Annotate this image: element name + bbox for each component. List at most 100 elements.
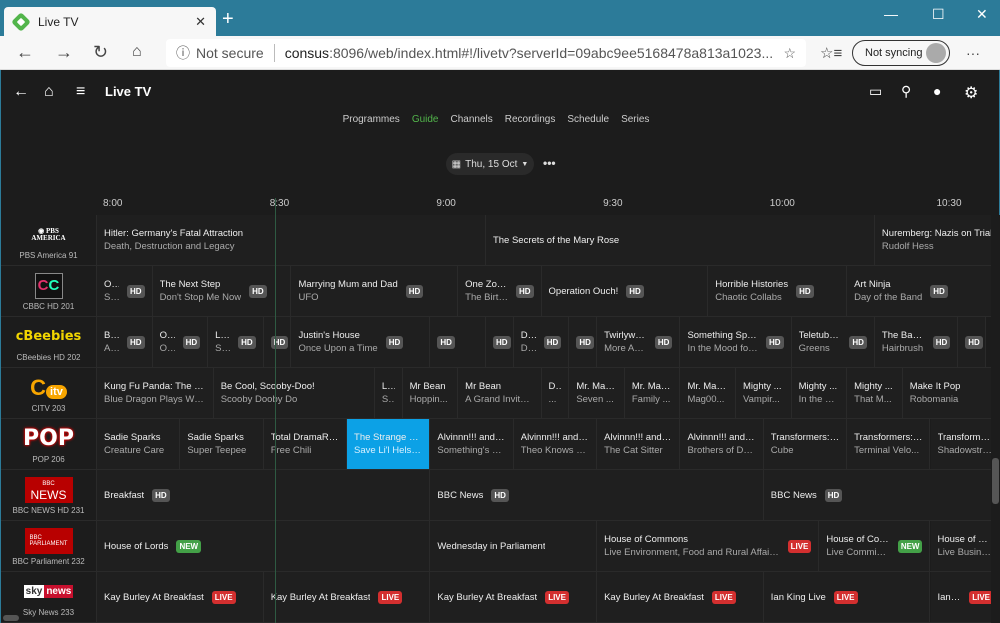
- program-cell[interactable]: Mr. Mag... Seven ...: [569, 368, 625, 418]
- program-cell[interactable]: Sadie Sparks Super Teepee: [180, 419, 264, 469]
- menu-icon[interactable]: ≡: [76, 83, 85, 101]
- tab-channels[interactable]: Channels: [451, 114, 493, 125]
- minimize-button[interactable]: —: [884, 6, 898, 22]
- program-cell[interactable]: Kay Burley At Breakfast LIVE: [97, 572, 264, 622]
- program-cell[interactable]: Be Cool, Scooby-Doo! Scooby Dooby Do: [213, 368, 375, 418]
- program-cell[interactable]: Hitler: Germany's Fatal Attraction Death,…: [97, 215, 486, 265]
- home-icon[interactable]: ⌂: [44, 83, 54, 101]
- channel-header[interactable]: BBC PARLIAMENT BBC Parliament 232: [1, 521, 97, 572]
- program-cell[interactable]: Kung Fu Panda: The P... Blue Dragon Plays…: [97, 368, 214, 418]
- program-cell[interactable]: Something Spe... In the Mood for ... HD: [680, 317, 792, 367]
- program-cell[interactable]: Bit... Ah... HD: [97, 317, 153, 367]
- maximize-button[interactable]: ☐: [932, 6, 945, 23]
- program-cell[interactable]: Teletubbi... Greens HD: [791, 317, 875, 367]
- tab-guide[interactable]: Guide: [412, 114, 439, 125]
- program-cell[interactable]: Sadie Sparks Creature Care: [97, 419, 181, 469]
- scrollbar-thumb[interactable]: [992, 458, 999, 504]
- tab-series[interactable]: Series: [621, 114, 649, 125]
- program-cell[interactable]: Alvinnn!!! and t... Brothers of Da...: [680, 419, 764, 469]
- program-cell[interactable]: Art Ninja Day of the Band HD: [847, 266, 991, 316]
- program-cell[interactable]: Justin's House Once Upon a Time HD: [291, 317, 431, 367]
- date-selector[interactable]: ▦ Thu, 15 Oct ▼: [446, 153, 534, 175]
- settings-more-button[interactable]: ···: [966, 45, 980, 61]
- program-cell[interactable]: House of Commons Live Environment, Food a…: [597, 521, 820, 571]
- program-cell[interactable]: HD: [430, 317, 486, 367]
- program-cell[interactable]: Ian King Live LIVE: [763, 572, 931, 622]
- program-cell[interactable]: Mr Bean Hoppin...: [402, 368, 459, 418]
- program-cell[interactable]: Mr Bean A Grand Invitat...: [458, 368, 542, 418]
- channel-header[interactable]: ◉ PBS AMERICA PBS America 91: [1, 215, 97, 266]
- program-cell[interactable]: Total DramaRa... Free Chili: [263, 419, 348, 469]
- program-cell[interactable]: L... S...: [374, 368, 403, 418]
- program-cell[interactable]: Kay Burley At Breakfast LIVE: [597, 572, 764, 622]
- program-cell[interactable]: Mr. Mag... Family ...: [624, 368, 681, 418]
- channel-header[interactable]: C C CBBC HD 201: [1, 266, 97, 317]
- program-cell[interactable]: Mighty ... Vampir...: [736, 368, 792, 418]
- horizontal-scrollbar-thumb[interactable]: [3, 615, 19, 621]
- program-cell[interactable]: Nuremberg: Nazis on Trial Rudolf Hess: [874, 215, 991, 265]
- program-cell[interactable]: Twirlywo... More Ab... HD: [597, 317, 681, 367]
- program-cell[interactable]: House of Commons Live Business: [930, 521, 991, 571]
- program-cell[interactable]: The Baby... Hairbrush HD: [874, 317, 959, 367]
- program-cell[interactable]: D......: [541, 368, 570, 418]
- program-cell[interactable]: Do... Do... HD: [513, 317, 570, 367]
- program-cell[interactable]: Ian King Live LIVE: [930, 572, 991, 622]
- program-cell[interactable]: HD: [958, 317, 987, 367]
- program-cell[interactable]: Transformers Shadowstrike: [930, 419, 991, 469]
- program-cell[interactable]: Kay Burley At Breakfast LIVE: [430, 572, 598, 622]
- channel-header[interactable]: cBeebies CBeebies HD 202: [1, 317, 97, 368]
- program-cell[interactable]: House of Commons Live Commissioners ... NE…: [819, 521, 931, 571]
- program-cell[interactable]: HD: [263, 317, 292, 367]
- search-icon[interactable]: ⚲: [901, 83, 911, 100]
- window-close-button[interactable]: ✕: [976, 6, 988, 23]
- forward-icon[interactable]: →: [55, 42, 73, 63]
- program-cell[interactable]: Wednesday in Parliament: [430, 521, 598, 571]
- channel-header[interactable]: POP POP 206: [1, 419, 97, 470]
- back-arrow-icon[interactable]: ←: [13, 83, 29, 101]
- new-tab-button[interactable]: +: [222, 8, 234, 31]
- vertical-scrollbar[interactable]: [991, 215, 1000, 623]
- program-cell[interactable]: Transformers: ... Terminal Velo...: [847, 419, 931, 469]
- channel-header[interactable]: Citv CITV 203: [1, 368, 97, 419]
- channel-header[interactable]: BBC NEWS BBC NEWS HD 231: [1, 470, 97, 521]
- tab-schedule[interactable]: Schedule: [567, 114, 609, 125]
- program-cell[interactable]: HD: [569, 317, 598, 367]
- more-options-button[interactable]: •••: [543, 156, 556, 170]
- program-cell[interactable]: Transformers: ... Cube: [763, 419, 848, 469]
- back-icon[interactable]: ←: [16, 42, 34, 63]
- program-cell[interactable]: Kay Burley At Breakfast LIVE: [263, 572, 431, 622]
- refresh-icon[interactable]: ↻: [93, 42, 108, 63]
- program-cell[interactable]: BBC News HD: [430, 470, 764, 520]
- program-cell[interactable]: Horrible Histories Chaotic Collabs HD: [708, 266, 848, 316]
- program-cell[interactable]: HD: [485, 317, 514, 367]
- url-field[interactable]: ⓘ Not secure consus:8096/web/index.html#…: [166, 39, 806, 67]
- program-cell[interactable]: Lo... Sl... HD: [208, 317, 264, 367]
- gear-icon[interactable]: ⚙: [964, 83, 978, 103]
- program-cell[interactable]: House of Lords NEW: [97, 521, 431, 571]
- sync-button[interactable]: Not syncing: [852, 40, 950, 66]
- program-cell[interactable]: BBC News HD: [763, 470, 991, 520]
- program-cell[interactable]: The Secrets of the Mary Rose: [485, 215, 875, 265]
- program-cell[interactable]: The Next Step Don't Stop Me Now HD: [152, 266, 292, 316]
- program-cell[interactable]: Mr. Mag... Mag00...: [680, 368, 736, 418]
- user-icon[interactable]: ●: [933, 83, 941, 99]
- program-cell[interactable]: Operation Ouch! HD: [541, 266, 709, 316]
- program-cell[interactable]: Alvinnn!!! and t... Theo Knows B...: [513, 419, 598, 469]
- cast-icon[interactable]: ▭: [869, 83, 882, 100]
- program-cell[interactable]: The Strange C... Save Li'l Helsing: [347, 419, 431, 469]
- program-cell[interactable]: Marrying Mum and Dad UFO HD: [291, 266, 459, 316]
- program-cell[interactable]: Alvinnn!!! and t... The Cat Sitter: [597, 419, 681, 469]
- favorites-icon[interactable]: ☆≡: [820, 44, 842, 62]
- favorite-star-icon[interactable]: ☆: [783, 45, 796, 62]
- browser-tab[interactable]: Live TV ✕: [4, 7, 216, 36]
- tab-close-button[interactable]: ✕: [195, 14, 206, 30]
- program-cell[interactable]: O... Sl... HD: [97, 266, 153, 316]
- program-cell[interactable]: Oc... Oc... HD: [152, 317, 209, 367]
- program-cell[interactable]: Alvinnn!!! and t... Something's Fi...: [430, 419, 514, 469]
- home-icon[interactable]: ⌂: [132, 43, 142, 61]
- program-cell[interactable]: Breakfast HD: [97, 470, 431, 520]
- program-cell[interactable]: Make It Pop Robomania: [902, 368, 991, 418]
- program-cell[interactable]: Mighty ... That M...: [847, 368, 903, 418]
- tab-recordings[interactable]: Recordings: [505, 114, 556, 125]
- tab-programmes[interactable]: Programmes: [343, 114, 400, 125]
